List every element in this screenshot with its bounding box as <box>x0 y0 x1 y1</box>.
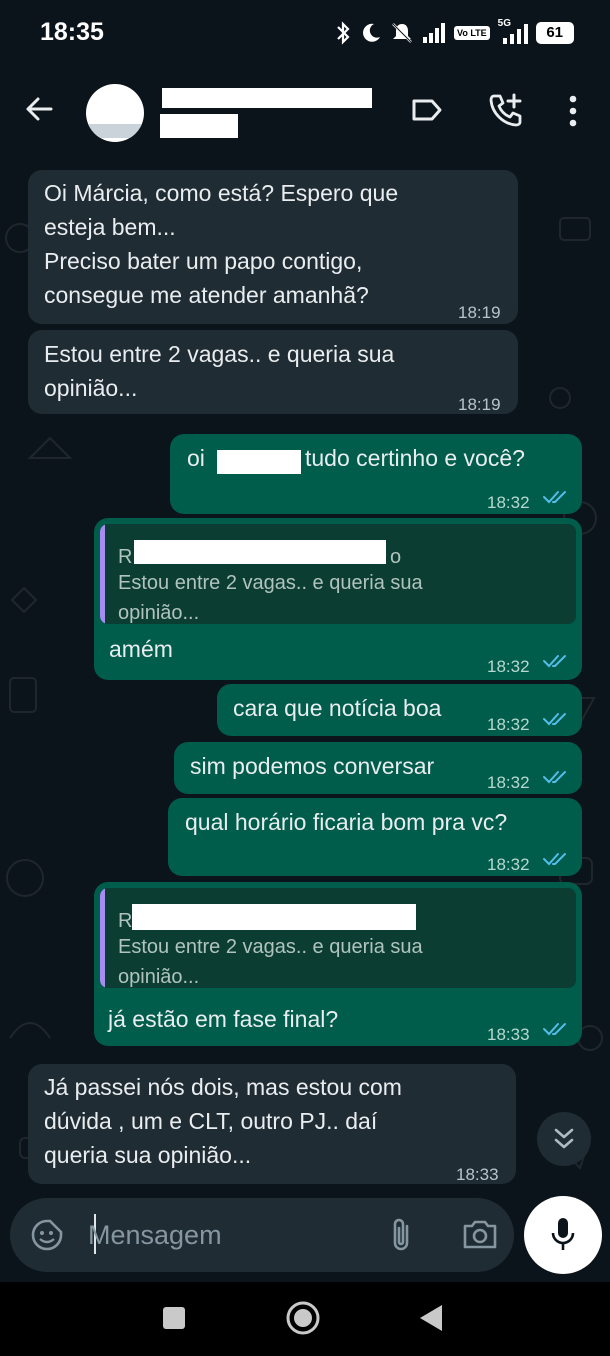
camera-icon[interactable] <box>462 1218 498 1250</box>
home-circle-icon[interactable] <box>285 1300 321 1336</box>
signal-icon <box>423 23 445 43</box>
contact-name-redacted[interactable] <box>162 88 372 108</box>
double-check-icon <box>543 853 566 866</box>
outgoing-message[interactable]: oi tudo certinho e você? 18:32 <box>170 434 582 514</box>
message-text: cara que notícia boa <box>233 695 442 721</box>
label-icon[interactable] <box>411 98 443 122</box>
message-time: 18:19 <box>458 395 501 414</box>
redacted-quote-author <box>132 904 416 930</box>
message-time: 18:32 <box>487 855 530 874</box>
volte-icon: Vo LTE <box>454 26 490 40</box>
avatar[interactable] <box>86 84 144 142</box>
recent-apps-square-icon[interactable] <box>162 1306 186 1330</box>
status-bar: 18:35 Vo LTE 5G 61 <box>0 0 610 64</box>
scroll-to-bottom-button[interactable] <box>537 1112 591 1166</box>
chat-header <box>0 64 610 158</box>
double-check-icon <box>543 655 566 668</box>
message-time: 18:32 <box>487 657 530 676</box>
moon-icon <box>363 23 380 42</box>
outgoing-reply-message[interactable]: R o Estou entre 2 vagas.. e queria sua o… <box>94 518 582 680</box>
quote-text: Estou entre 2 vagas.. e queria sua opini… <box>118 572 423 624</box>
redacted-quote-author <box>134 540 386 564</box>
quote-text: Estou entre 2 vagas.. e queria sua opini… <box>118 936 423 988</box>
message-text: amém <box>109 636 173 662</box>
double-check-icon <box>543 713 566 726</box>
incoming-message[interactable]: Estou entre 2 vagas.. e queria sua opini… <box>28 330 518 414</box>
microphone-icon <box>551 1218 575 1250</box>
more-vert-icon[interactable] <box>566 94 580 128</box>
mute-icon <box>392 23 412 43</box>
redacted-name <box>217 450 301 474</box>
message-text: Oi Márcia, como está? Espero que esteja … <box>44 180 399 308</box>
message-text: qual horário ficaria bom pra vc? <box>185 809 508 835</box>
5g-signal-icon: 5G <box>498 18 528 45</box>
message-time: 18:32 <box>487 715 530 734</box>
back-triangle-icon[interactable] <box>418 1303 444 1333</box>
message-time: 18:19 <box>458 303 501 322</box>
voice-message-button[interactable] <box>524 1196 602 1274</box>
message-composer <box>10 1198 514 1272</box>
incoming-message[interactable]: Oi Márcia, como está? Espero que esteja … <box>28 170 518 324</box>
message-text-start: oi <box>187 445 205 471</box>
arrow-left-icon[interactable] <box>24 94 54 124</box>
contact-status-redacted <box>160 114 238 138</box>
status-icons: Vo LTE 5G 61 <box>334 18 574 48</box>
quoted-message[interactable]: R Estou entre 2 vagas.. e queria sua opi… <box>100 888 576 988</box>
double-check-icon <box>543 771 566 784</box>
system-nav-bar <box>0 1282 610 1356</box>
quoted-message[interactable]: R o Estou entre 2 vagas.. e queria sua o… <box>100 524 576 624</box>
message-text-end: tudo certinho e você? <box>305 445 525 471</box>
message-text: já estão em fase final? <box>108 1006 339 1032</box>
incoming-message[interactable]: Já passei nós dois, mas estou com dúvida… <box>28 1064 516 1184</box>
message-time: 18:32 <box>487 493 530 512</box>
outgoing-message[interactable]: qual horário ficaria bom pra vc? 18:32 <box>168 798 582 876</box>
add-call-icon[interactable] <box>488 92 524 128</box>
message-text: Já passei nós dois, mas estou com dúvida… <box>44 1074 402 1168</box>
message-time: 18:33 <box>456 1165 499 1184</box>
outgoing-message[interactable]: sim podemos conversar 18:32 <box>174 742 582 794</box>
message-text: sim podemos conversar <box>190 753 435 779</box>
message-text: Estou entre 2 vagas.. e queria sua opini… <box>44 341 395 401</box>
double-check-icon <box>543 1023 566 1036</box>
paperclip-icon[interactable] <box>388 1216 414 1254</box>
status-time: 18:35 <box>40 18 104 46</box>
message-time: 18:32 <box>487 773 530 792</box>
double-check-icon <box>543 491 566 504</box>
chat-area[interactable]: Oi Márcia, como está? Espero que esteja … <box>0 158 610 1190</box>
outgoing-message[interactable]: cara que notícia boa 18:32 <box>217 684 582 736</box>
double-chevron-down-icon <box>554 1128 574 1149</box>
outgoing-reply-message[interactable]: R Estou entre 2 vagas.. e queria sua opi… <box>94 882 582 1046</box>
bluetooth-icon <box>337 21 350 45</box>
message-time: 18:33 <box>487 1025 530 1044</box>
battery-icon: 61 <box>535 22 574 44</box>
message-input[interactable] <box>88 1218 368 1252</box>
sticker-emoji-icon[interactable] <box>30 1218 64 1252</box>
